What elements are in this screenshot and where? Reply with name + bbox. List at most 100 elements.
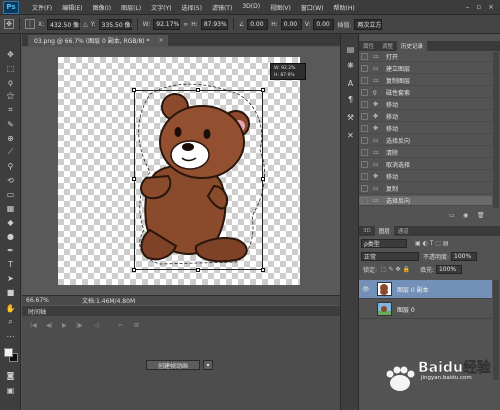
filter-icons[interactable]: ▣ ◐ T ⬚ ▤ bbox=[415, 240, 449, 247]
transform-handle-bottom[interactable] bbox=[196, 268, 200, 272]
history-state-checkbox[interactable] bbox=[361, 101, 368, 108]
history-item[interactable]: ▭ 选择反向 bbox=[359, 136, 492, 146]
layer-row[interactable]: 图层 0 bbox=[359, 300, 492, 319]
gradient-tool-icon[interactable]: ▦ bbox=[4, 202, 17, 214]
quick-mask-icon[interactable]: ◙ bbox=[4, 369, 17, 381]
transform-handle-top-left[interactable] bbox=[132, 88, 136, 92]
new-snapshot-icon[interactable]: ◉ bbox=[463, 212, 468, 219]
height-percent-field[interactable]: 87.93% bbox=[200, 18, 228, 30]
history-brush-tool-icon[interactable]: ⟲ bbox=[4, 174, 17, 186]
history-item[interactable]: ✥ 移动 bbox=[359, 172, 492, 182]
delta-icon[interactable]: △ bbox=[83, 21, 88, 28]
vertical-skew-field[interactable]: 0.00 bbox=[313, 18, 335, 30]
navigator-icon[interactable]: ✕ bbox=[345, 130, 356, 141]
layer-row-selected[interactable]: 👁 图层 0 副本 bbox=[359, 280, 492, 299]
hand-tool-icon[interactable]: ✋ bbox=[4, 302, 17, 314]
magic-wand-tool-icon[interactable]: ⚝ bbox=[4, 90, 17, 102]
history-state-checkbox[interactable] bbox=[361, 185, 368, 192]
eyedropper-tool-icon[interactable]: ✎ bbox=[4, 118, 17, 130]
document-size-info[interactable]: 文档:1.46M/4.80M bbox=[82, 296, 135, 305]
history-state-checkbox[interactable] bbox=[361, 65, 368, 72]
lasso-tool-icon[interactable]: ϙ bbox=[4, 76, 17, 88]
transform-handle-bottom-right[interactable] bbox=[261, 268, 265, 272]
pen-tool-icon[interactable]: ✒ bbox=[4, 244, 17, 256]
tab-adjustments[interactable]: 调整 bbox=[378, 41, 397, 51]
layer-kind-filter[interactable]: ρ类型 bbox=[361, 239, 407, 248]
history-item[interactable]: ▭ 打开 bbox=[359, 52, 492, 62]
tab-history[interactable]: 历史记录 bbox=[397, 41, 428, 51]
width-percent-field[interactable]: 92.17% bbox=[153, 18, 181, 30]
transform-handle-top[interactable] bbox=[196, 88, 200, 92]
transform-handle-bottom-left[interactable] bbox=[132, 268, 136, 272]
menu-image[interactable]: 图像(I) bbox=[88, 3, 116, 12]
menu-layer[interactable]: 图层(L) bbox=[116, 3, 146, 12]
interpolation-select[interactable]: 两次立方 bbox=[354, 18, 383, 30]
first-frame-icon[interactable]: |◀ bbox=[30, 322, 37, 329]
history-scrollbar[interactable] bbox=[493, 52, 499, 208]
history-panel-icon[interactable]: ▤ bbox=[345, 44, 356, 55]
foreground-color-swatch[interactable] bbox=[4, 348, 13, 357]
transform-bounding-box[interactable] bbox=[132, 88, 265, 272]
brush-tool-icon[interactable]: ⟋ bbox=[4, 146, 17, 158]
menu-window[interactable]: 窗口(W) bbox=[296, 3, 329, 12]
play-icon[interactable]: ▶ bbox=[62, 322, 67, 329]
tab-layers[interactable]: 图层 bbox=[374, 226, 394, 236]
history-item[interactable]: ✥ 移动 bbox=[359, 124, 492, 134]
crop-tool-icon[interactable]: ⌗ bbox=[4, 104, 17, 116]
type-tool-icon[interactable]: T bbox=[4, 258, 17, 270]
path-selection-tool-icon[interactable]: ➤ bbox=[4, 272, 17, 284]
history-state-checkbox[interactable] bbox=[361, 137, 368, 144]
tool-presets-icon[interactable]: ⚒ bbox=[345, 112, 356, 123]
history-item[interactable]: ϙ 磁性套索 bbox=[359, 88, 492, 98]
horizontal-skew-field[interactable]: 0.00 bbox=[280, 18, 302, 30]
audio-icon[interactable]: ◁ bbox=[94, 322, 99, 329]
menu-filter[interactable]: 滤镜(T) bbox=[207, 3, 237, 12]
y-field[interactable]: 335.50 像: bbox=[98, 18, 133, 30]
create-frame-animation-button[interactable]: 创建帧动画 bbox=[146, 360, 200, 370]
opacity-field[interactable]: 100% bbox=[451, 252, 478, 261]
history-item[interactable]: ✥ 移动 bbox=[359, 112, 492, 122]
zoom-tool-icon[interactable]: ⌕ bbox=[4, 316, 17, 328]
clone-stamp-tool-icon[interactable]: ⚲ bbox=[4, 160, 17, 172]
menu-type[interactable]: 文字(Y) bbox=[146, 3, 176, 12]
screen-mode-icon[interactable]: ▣ bbox=[4, 384, 17, 396]
menu-help[interactable]: 帮助(H) bbox=[329, 3, 360, 12]
history-state-checkbox[interactable] bbox=[361, 113, 368, 120]
history-item-selected[interactable]: ▭ 选择反向 bbox=[359, 196, 492, 206]
minimize-icon[interactable]: – bbox=[466, 3, 470, 11]
transform-handle-left[interactable] bbox=[132, 177, 136, 181]
rectangle-tool-icon[interactable]: ■ bbox=[4, 286, 17, 298]
history-state-checkbox[interactable] bbox=[361, 125, 368, 132]
history-state-checkbox[interactable] bbox=[361, 53, 368, 60]
history-item[interactable]: ▭ 复制 bbox=[359, 184, 492, 194]
timeline-mode-dropdown[interactable]: ▾ bbox=[203, 360, 213, 370]
blur-tool-icon[interactable]: ◆ bbox=[4, 216, 17, 228]
tab-channels[interactable]: 通道 bbox=[394, 226, 413, 236]
zoom-level[interactable]: 66.67% bbox=[22, 297, 52, 304]
timeline-tab[interactable]: 时间轴 bbox=[28, 307, 46, 316]
eye-icon[interactable]: 👁 bbox=[362, 286, 371, 293]
history-item[interactable]: ▭ 复制图层 bbox=[359, 76, 492, 86]
x-field[interactable]: 432.50 像: bbox=[47, 18, 81, 30]
healing-brush-tool-icon[interactable]: ⊕ bbox=[4, 132, 17, 144]
history-item[interactable]: ✥ 移动 bbox=[359, 100, 492, 110]
history-state-checkbox[interactable] bbox=[361, 149, 368, 156]
menu-file[interactable]: 文件(F) bbox=[27, 3, 57, 12]
split-icon[interactable]: ✂ bbox=[118, 322, 123, 329]
dodge-tool-icon[interactable]: ● bbox=[4, 230, 17, 242]
history-state-checkbox[interactable] bbox=[361, 173, 368, 180]
link-icon[interactable]: ∞ bbox=[183, 21, 188, 28]
close-tab-icon[interactable]: × bbox=[159, 37, 164, 44]
eraser-tool-icon[interactable]: ▭ bbox=[4, 188, 17, 200]
menu-view[interactable]: 视图(V) bbox=[265, 3, 296, 12]
transform-handle-top-right[interactable] bbox=[261, 88, 265, 92]
tab-3d[interactable]: 3D bbox=[359, 226, 375, 236]
history-state-checkbox[interactable] bbox=[361, 161, 368, 168]
transition-icon[interactable]: ⊠ bbox=[134, 322, 139, 329]
history-state-checkbox[interactable] bbox=[361, 77, 368, 84]
lock-icons[interactable]: ⬚ ✎ ✥ 🔒 bbox=[381, 266, 410, 273]
history-item[interactable]: ▭ 清除 bbox=[359, 148, 492, 158]
paragraph-panel-icon[interactable]: ¶ bbox=[345, 94, 356, 105]
fill-field[interactable]: 100% bbox=[435, 265, 462, 274]
move-tool-icon[interactable]: ✥ bbox=[4, 48, 17, 60]
